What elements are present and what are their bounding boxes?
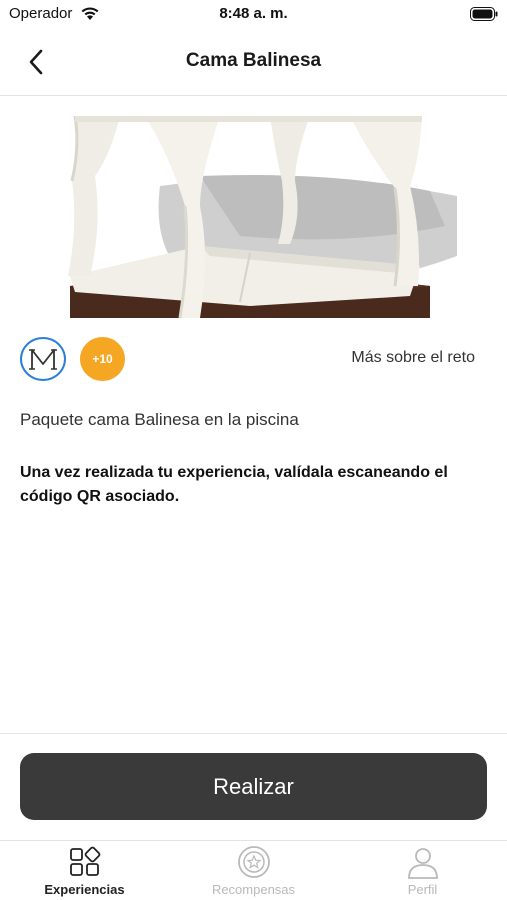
tab-label: Recompensas	[211, 882, 296, 897]
status-time: 8:48 a. m.	[219, 5, 288, 22]
realizar-button[interactable]: Realizar	[20, 753, 487, 820]
points-badge: +10	[80, 337, 125, 381]
tab-experiencias[interactable]: Experiencias	[0, 845, 169, 900]
tab-bar: Experiencias Recompensas Perfil	[0, 840, 507, 900]
brand-badge	[20, 337, 66, 381]
hero-image	[50, 116, 457, 318]
user-icon	[407, 848, 438, 879]
page-title: Cama Balinesa	[185, 50, 322, 71]
tab-label: Experiencias	[44, 882, 125, 897]
grid-shapes-icon	[69, 846, 100, 876]
badges-row: +10 Más sobre el reto	[20, 337, 487, 381]
nav-header: Cama Balinesa	[0, 30, 507, 96]
tab-label: Perfil	[407, 882, 438, 897]
battery-icon	[470, 7, 498, 21]
more-about-challenge-link[interactable]: Más sobre el reto	[351, 349, 475, 367]
coin-star-icon	[237, 846, 270, 878]
challenge-description: Paquete cama Balinesa en la piscina	[20, 410, 299, 429]
challenge-instructions: Una vez realizada tu experiencia, valída…	[20, 464, 448, 505]
divider	[0, 733, 507, 734]
monogram-m-icon	[29, 349, 57, 370]
status-bar: Operador 8:48 a. m.	[0, 0, 507, 30]
tab-perfil[interactable]: Perfil	[338, 845, 507, 900]
tab-recompensas[interactable]: Recompensas	[169, 845, 338, 900]
balinese-bed-image	[68, 116, 457, 318]
